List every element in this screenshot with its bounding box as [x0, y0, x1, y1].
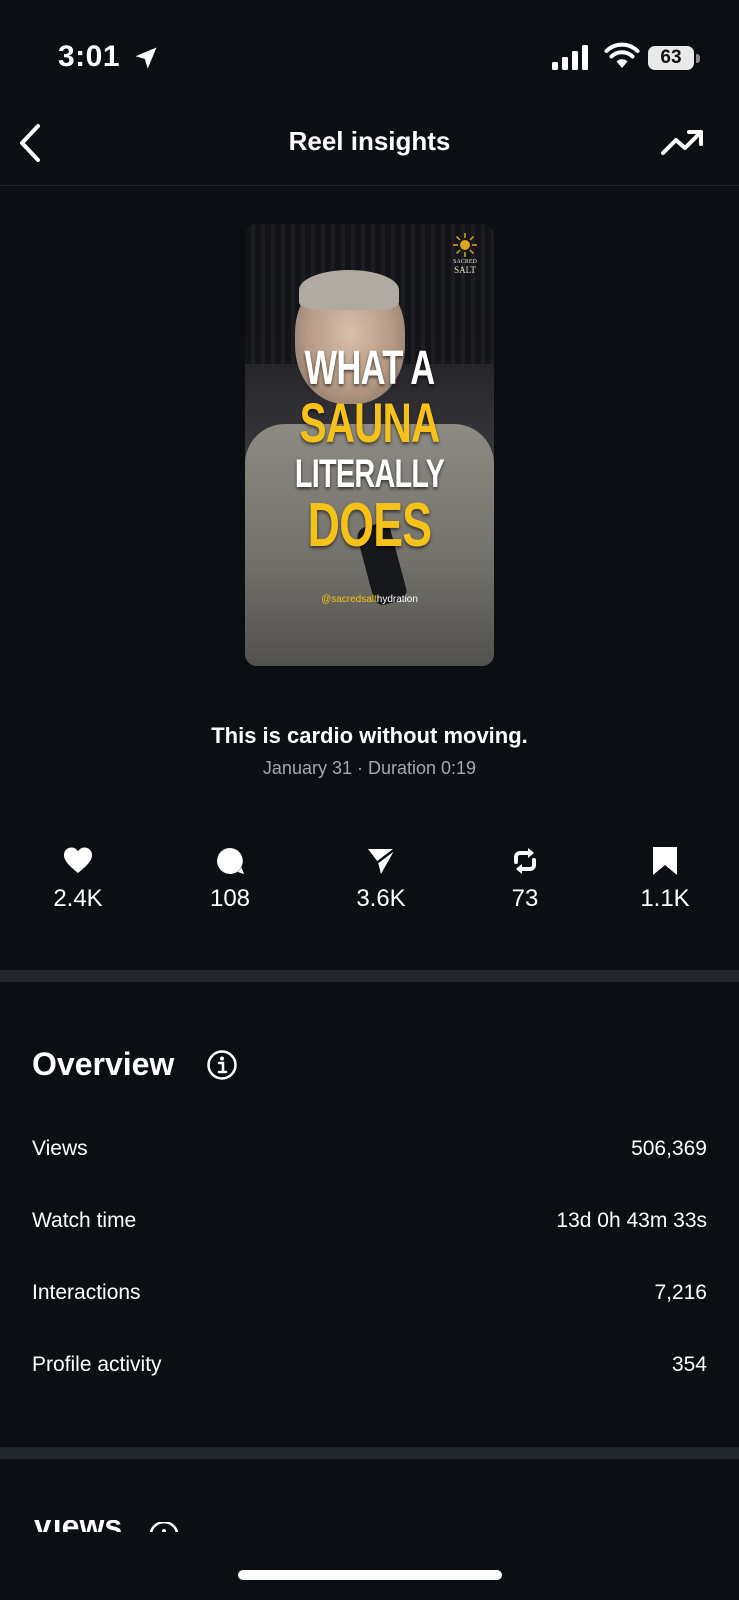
stat-comments: 108 — [170, 845, 290, 913]
page-title: Reel insights — [288, 126, 451, 156]
location-arrow-icon — [135, 47, 157, 69]
section-divider — [0, 1447, 739, 1459]
sun-logo-icon — [453, 233, 477, 257]
reel-caption: This is cardio without moving. — [211, 723, 528, 748]
overview-title: Overview — [32, 1046, 175, 1082]
stat-value: 3.6K — [356, 885, 406, 912]
overview-value-interactions: 7,216 — [654, 1281, 707, 1304]
stat-shares: 3.6K — [321, 845, 441, 913]
overview-value-views: 506,369 — [631, 1137, 707, 1160]
trending-up-icon[interactable] — [660, 126, 706, 160]
stat-likes: 2.4K — [18, 845, 138, 913]
brand-name-line2: SALT — [454, 265, 476, 275]
home-indicator[interactable] — [238, 1570, 502, 1580]
header-divider — [0, 185, 739, 186]
comment-icon — [217, 848, 244, 874]
thumbnail-text-line1: WHAT A — [304, 342, 435, 395]
info-icon[interactable] — [148, 1522, 180, 1532]
overview-value-profile-activity: 354 — [671, 1353, 707, 1376]
battery-icon: 63 — [648, 46, 702, 72]
overview-label-views: Views — [32, 1137, 88, 1160]
battery-level: 63 — [648, 46, 694, 70]
stat-reposts: 73 — [465, 845, 585, 913]
stat-value: 108 — [209, 885, 251, 912]
stat-value: 2.4K — [53, 885, 103, 912]
section-divider — [0, 970, 739, 982]
overview-label-profile-activity: Profile activity — [32, 1353, 162, 1376]
views-section-title: Views — [32, 1520, 122, 1532]
bookmark-icon — [653, 847, 677, 875]
cellular-signal-icon — [552, 45, 588, 70]
stat-value: 1.1K — [640, 885, 690, 912]
heart-icon — [64, 847, 92, 873]
thumbnail-person-hair — [299, 270, 399, 310]
stat-saves: 1.1K — [605, 845, 725, 913]
repost-icon — [514, 848, 536, 874]
reel-meta: January 31 · Duration 0:19 — [262, 758, 477, 778]
share-icon — [368, 848, 396, 874]
wifi-icon — [604, 42, 640, 68]
thumbnail-handle: @sacredsalthydration — [245, 594, 494, 605]
reel-thumbnail[interactable]: SACRED SALT WHAT A SAUNA LITERALLY DOES … — [245, 224, 494, 666]
overview-label-interactions: Interactions — [32, 1281, 141, 1304]
thumbnail-text-line2: SAUNA — [299, 391, 440, 454]
handle-rest: hydration — [376, 594, 418, 605]
handle-highlight: @sacredsalt — [321, 594, 377, 605]
stat-value: 73 — [511, 885, 539, 912]
overview-label-watch-time: Watch time — [32, 1209, 137, 1232]
views-section-title-text: Views — [32, 1520, 122, 1532]
info-icon[interactable] — [206, 1049, 238, 1081]
overview-value-watch-time: 13d 0h 43m 33s — [556, 1209, 707, 1232]
status-time: 3:01 — [58, 40, 121, 73]
thumbnail-text-line4: DOES — [307, 491, 432, 560]
